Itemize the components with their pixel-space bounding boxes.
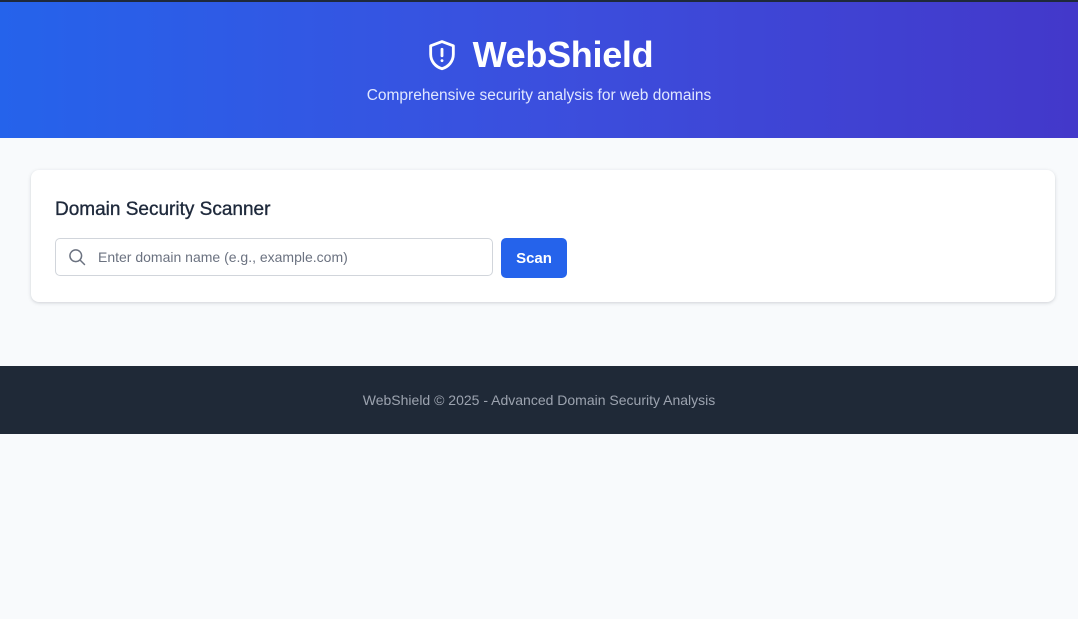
scan-button[interactable]: Scan xyxy=(501,238,567,278)
domain-input[interactable] xyxy=(96,240,492,274)
site-footer: WebShield © 2025 - Advanced Domain Secur… xyxy=(0,366,1078,434)
shield-alert-icon xyxy=(428,40,455,71)
site-header: WebShield Comprehensive security analysi… xyxy=(0,0,1078,138)
brand: WebShield xyxy=(425,34,654,76)
domain-search-box[interactable] xyxy=(55,238,493,276)
app-subtitle: Comprehensive security analysis for web … xyxy=(366,87,712,104)
footer-text: WebShield © 2025 - Advanced Domain Secur… xyxy=(362,392,716,408)
app-title: WebShield xyxy=(472,34,654,75)
scanner-title: Domain Security Scanner xyxy=(55,199,271,220)
scanner-card: Domain Security Scanner Scan xyxy=(31,170,1055,302)
search-icon xyxy=(69,249,86,266)
